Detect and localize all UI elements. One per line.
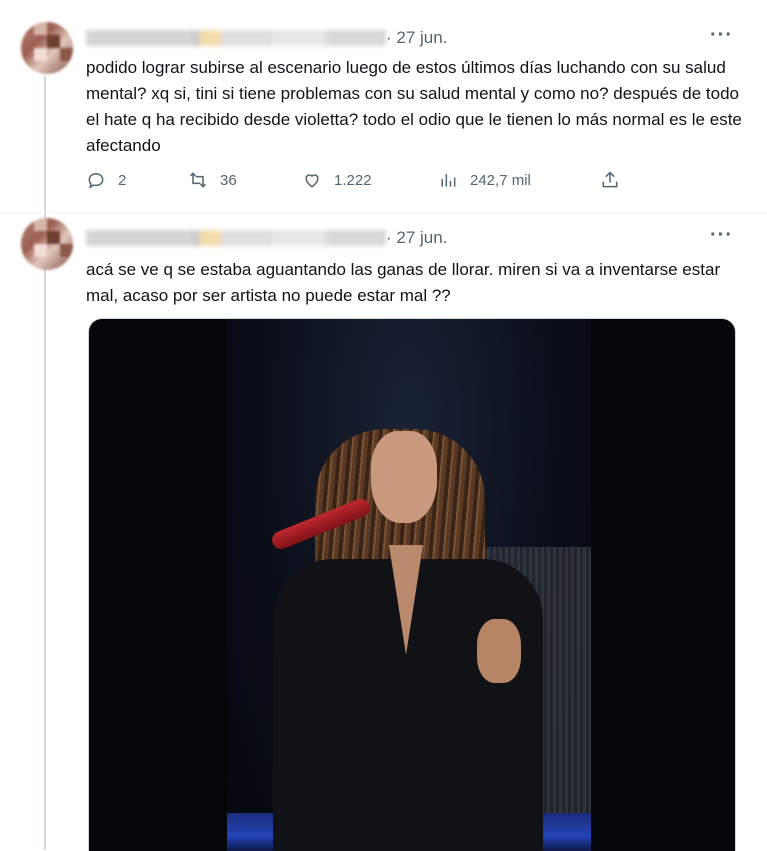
avatar[interactable] (21, 22, 73, 74)
heart-icon (305, 174, 319, 188)
avatar[interactable] (21, 218, 73, 270)
author-name-blurred[interactable] (86, 230, 386, 246)
like-count: 1.222 (334, 171, 372, 189)
retweet-button[interactable]: 36 (188, 170, 237, 190)
share-button[interactable] (600, 170, 632, 190)
reply-button[interactable]: 2 (86, 170, 126, 190)
like-button[interactable]: 1.222 (302, 170, 372, 190)
tweet-actions: 2 36 1.222 242,7 mil (86, 170, 626, 194)
views-button[interactable]: 242,7 mil (438, 170, 531, 190)
views-chart-icon (441, 174, 456, 187)
reply-count: 2 (118, 171, 127, 189)
performer-face (371, 431, 437, 523)
tweet-date[interactable]: · 27 jun. (386, 228, 447, 248)
video-frame (227, 319, 591, 851)
reply-icon (88, 172, 104, 189)
retweet-count: 36 (220, 171, 237, 189)
performer-hand (477, 619, 521, 683)
tweet[interactable]: · 27 jun. ··· acá se ve q se estaba agua… (0, 212, 767, 851)
views-count: 242,7 mil (470, 171, 531, 189)
author-name-blurred[interactable] (86, 30, 386, 46)
more-options-icon[interactable]: ··· (710, 225, 733, 245)
tweet-text: acá se ve q se estaba aguantando las gan… (86, 260, 721, 305)
retweet-icon (189, 172, 207, 188)
tweet-video[interactable] (88, 318, 736, 851)
tweet[interactable]: · 27 jun. ··· podido lograr subirse al e… (0, 0, 767, 213)
tweet-date[interactable]: · 27 jun. (386, 28, 447, 48)
share-icon (602, 171, 618, 188)
more-options-icon[interactable]: ··· (710, 25, 733, 45)
tweet-text: podido lograr subirse al escenario luego… (86, 58, 742, 155)
